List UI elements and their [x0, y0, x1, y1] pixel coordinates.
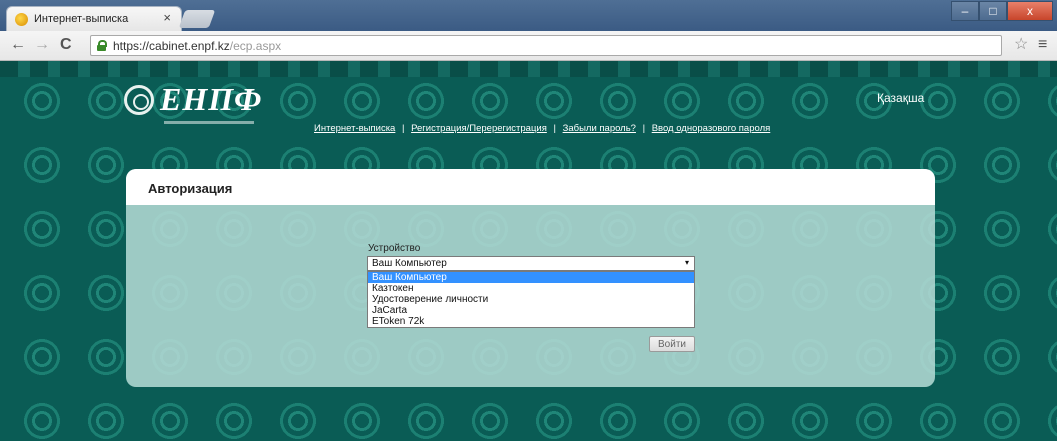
back-arrow-icon[interactable]: ←	[10, 37, 26, 53]
bookmark-star-icon[interactable]: ☆	[1014, 37, 1028, 53]
nav-link-registration[interactable]: Регистрация/Перерегистрация	[411, 123, 547, 134]
tab-close-icon[interactable]: ×	[163, 11, 171, 24]
login-button[interactable]: Войти	[649, 336, 695, 352]
favicon-icon	[15, 13, 28, 26]
nav-link-one-time-password[interactable]: Ввод одноразового пароля	[652, 123, 771, 134]
forward-arrow-icon[interactable]: →	[34, 37, 50, 53]
nav-separator: |	[642, 123, 646, 134]
minimize-button[interactable]: –	[951, 1, 979, 21]
browser-tab-bar: Интернет-выписка × – □ x	[0, 0, 1057, 31]
browser-menu-icon[interactable]: ≡	[1038, 37, 1047, 53]
device-option-jacarta[interactable]: JaCarta	[368, 305, 694, 316]
chevron-down-icon: ▾	[684, 258, 689, 267]
device-select-value: Ваш Компьютер	[372, 258, 447, 269]
logo-tagline	[164, 121, 254, 124]
address-bar[interactable]: https://cabinet.enpf.kz/ecp.aspx	[90, 35, 1002, 56]
nav-link-forgot-password[interactable]: Забыли пароль?	[563, 123, 636, 134]
top-navigation: Интернет-выписка | Регистрация/Перерегис…	[314, 123, 770, 134]
device-dropdown-list: Ваш Компьютер Казтокен Удостоверение лич…	[367, 271, 695, 328]
device-option-kaztoken[interactable]: Казтокен	[368, 283, 694, 294]
browser-tab[interactable]: Интернет-выписка ×	[6, 6, 182, 31]
auth-panel-header: Авторизация	[126, 169, 935, 205]
lock-icon	[97, 40, 107, 51]
maximize-button[interactable]: □	[979, 1, 1007, 21]
reload-icon[interactable]: C	[60, 37, 72, 53]
close-window-button[interactable]: x	[1007, 1, 1053, 21]
language-link[interactable]: Қазақша	[877, 91, 924, 105]
url-text[interactable]: https://cabinet.enpf.kz/ecp.aspx	[113, 39, 281, 53]
logo-text: ЕНПФ	[160, 81, 263, 117]
nav-link-statement[interactable]: Интернет-выписка	[314, 123, 395, 134]
new-tab-button[interactable]	[178, 10, 216, 28]
device-option-etoken[interactable]: EToken 72k	[368, 316, 694, 327]
device-select[interactable]: Ваш Компьютер ▾	[367, 256, 695, 271]
browser-toolbar: ← → C https://cabinet.enpf.kz/ecp.aspx ☆…	[0, 31, 1057, 61]
auth-panel: Авторизация Устройство Ваш Компьютер ▾ В…	[126, 169, 935, 387]
device-option-id-card[interactable]: Удостоверение личности	[368, 294, 694, 305]
device-label: Устройство	[368, 243, 421, 254]
device-option-computer[interactable]: Ваш Компьютер	[368, 272, 694, 283]
logo-mark-icon	[124, 85, 154, 115]
nav-separator: |	[553, 123, 556, 134]
page-content: ЕНПФ Қазақша Интернет-выписка | Регистра…	[0, 61, 1057, 441]
tab-title: Интернет-выписка	[34, 13, 129, 25]
auth-title: Авторизация	[148, 181, 233, 196]
nav-separator: |	[401, 123, 405, 134]
decorative-stripe	[0, 61, 1057, 77]
window-controls: – □ x	[951, 1, 1053, 21]
